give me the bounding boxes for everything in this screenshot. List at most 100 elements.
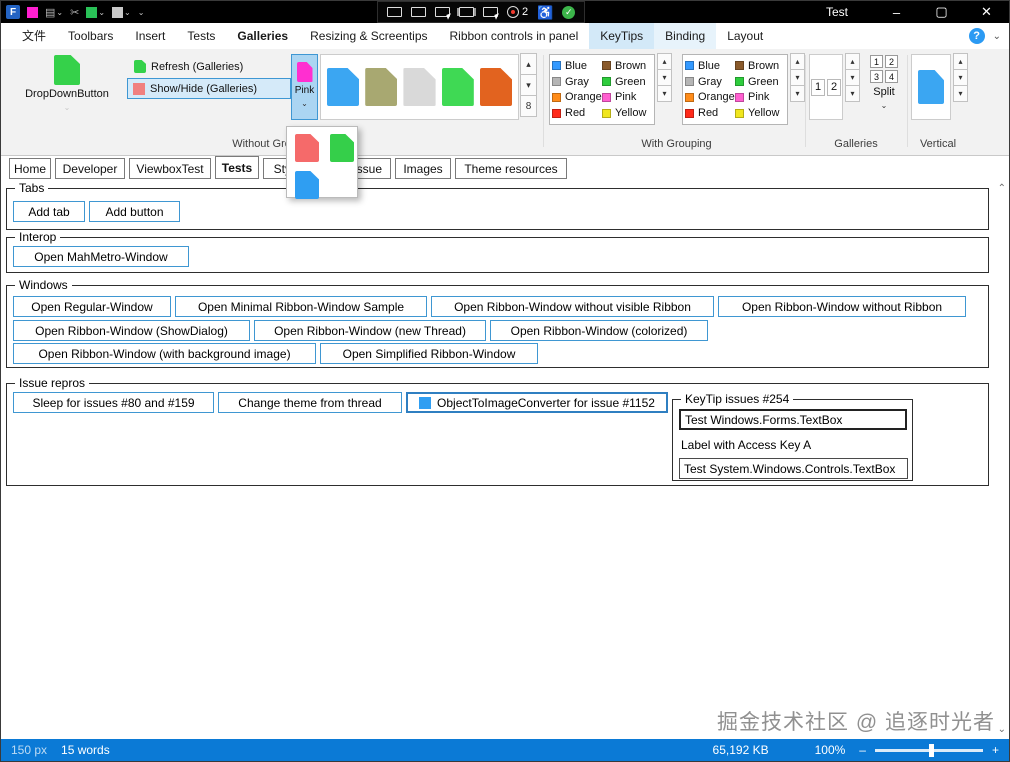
list-item[interactable]: Orange [552,90,602,106]
gallery-item-2[interactable]: 2 [827,79,841,96]
list-item[interactable]: Yellow [735,105,785,121]
list-item[interactable]: Pink [602,90,652,106]
list-item[interactable]: Gray [552,74,602,90]
open-ribbon-window-colorized-button[interactable]: Open Ribbon-Window (colorized) [490,320,708,341]
list-item[interactable]: Green [735,74,785,90]
show-hide-galleries-toggle[interactable]: Show/Hide (Galleries) [127,78,291,99]
tab-resizing[interactable]: Resizing & Screentips [299,23,438,49]
tab-keytips[interactable]: KeyTips [589,23,654,49]
qat-overflow-button[interactable]: ⌄ [138,8,145,17]
wpf-textbox[interactable]: Test System.Windows.Controls.TextBox [679,458,908,479]
window-pointer-icon[interactable] [483,7,498,17]
gallery-dropdown-button[interactable]: ▾ [953,85,968,102]
change-theme-thread-button[interactable]: Change theme from thread [218,392,402,413]
object-to-image-converter-button[interactable]: ObjectToImageConverter for issue #1152 [406,392,668,413]
gray-gallery-button[interactable]: ⌄ [112,7,131,18]
list-item[interactable]: Gray [685,74,735,90]
tab-home[interactable]: Home [9,158,51,179]
scrollbar-down-icon[interactable]: ⌄ [998,724,1006,735]
gallery-dropdown-button[interactable]: ▾ [790,85,805,102]
scroll-up-button[interactable]: ▴ [845,53,860,70]
zoom-slider-thumb[interactable] [929,744,934,757]
list-item[interactable]: Blue [685,58,735,74]
winforms-textbox[interactable]: Test Windows.Forms.TextBox [679,409,907,430]
popup-item-green[interactable] [330,134,354,162]
ribbon-minimize-icon[interactable]: ⌄ [993,31,1001,42]
open-regular-window-button[interactable]: Open Regular-Window [13,296,171,317]
list-item[interactable]: Red [685,105,735,121]
refresh-galleries-button[interactable]: Refresh (Galleries) [129,57,289,76]
scroll-down-button[interactable]: ▾ [520,74,537,96]
tab-images[interactable]: Images [395,158,451,179]
tab-insert[interactable]: Insert [124,23,176,49]
window-pointer-icon[interactable] [435,7,450,17]
list-item[interactable]: Red [552,105,602,121]
open-ribbon-window-background-image-button[interactable]: Open Ribbon-Window (with background imag… [13,343,316,364]
pink-swatch-icon[interactable] [27,7,38,18]
gallery-item-blue[interactable] [918,70,944,104]
tab-ribbon-controls-in-panel[interactable]: Ribbon controls in panel [439,23,590,49]
gallery-dropdown-button[interactable]: ▾ [657,85,672,102]
popup-item-red[interactable] [295,134,319,162]
tab-toolbars[interactable]: Toolbars [57,23,124,49]
tab-galleries[interactable]: Galleries [226,23,299,49]
open-ribbon-window-new-thread-button[interactable]: Open Ribbon-Window (new Thread) [254,320,486,341]
gallery-item-1[interactable]: 1 [811,79,825,96]
maximize-button[interactable]: ▢ [919,1,964,23]
zoom-out-button[interactable]: – [859,743,866,757]
window-frame-icon[interactable] [459,7,474,17]
open-ribbon-window-showdialog-button[interactable]: Open Ribbon-Window (ShowDialog) [13,320,250,341]
tab-layout[interactable]: Layout [716,23,774,49]
sleep-issues-button[interactable]: Sleep for issues #80 and #159 [13,392,214,413]
zoom-in-button[interactable]: + [992,743,999,757]
pink-gallery-item-button[interactable]: Pink ⌄ [291,54,318,120]
accessibility-icon[interactable]: ♿ [537,6,553,19]
list-item[interactable]: Blue [552,58,602,74]
scroll-down-button[interactable]: ▾ [657,69,672,86]
list-item[interactable]: Brown [735,58,785,74]
split-button[interactable]: 1 2 3 4 Split ⌄ [863,55,905,110]
tab-developer[interactable]: Developer [55,158,125,179]
help-button[interactable]: ? [969,28,985,44]
open-ribbon-window-without-ribbon-button[interactable]: Open Ribbon-Window without Ribbon [718,296,966,317]
tab-binding[interactable]: Binding [654,23,716,49]
list-item[interactable]: Orange [685,90,735,106]
screen-icon[interactable] [387,7,402,17]
open-ribbon-window-without-visible-ribbon-button[interactable]: Open Ribbon-Window without visible Ribbo… [431,296,714,317]
tab-tests[interactable]: Tests [215,156,259,179]
gallery-item-orange[interactable] [480,68,512,106]
scroll-down-button[interactable]: ▾ [845,69,860,86]
recording-icon[interactable] [507,6,519,18]
app-icon[interactable]: F [6,5,20,19]
gallery-dropdown-button[interactable]: ▾ [845,85,860,102]
zoom-slider[interactable] [875,749,983,752]
open-mahmetro-window-button[interactable]: Open MahMetro-Window [13,246,189,267]
tab-viewboxtest[interactable]: ViewboxTest [129,158,211,179]
scroll-up-button[interactable]: ▴ [953,53,968,70]
list-item[interactable]: Yellow [602,105,652,121]
cut-button[interactable]: ✂ [70,6,79,19]
scroll-up-button[interactable]: ▴ [520,53,537,75]
scroll-up-button[interactable]: ▴ [790,53,805,70]
dropdown-button[interactable]: DropDownButton ⌄ [11,55,123,112]
add-button-button[interactable]: Add button [89,201,180,222]
gallery-item-gray[interactable] [403,68,435,106]
gallery-item-green[interactable] [442,68,474,106]
gallery-item-blue[interactable] [327,68,359,106]
close-button[interactable]: ✕ [964,1,1009,23]
tab-tests[interactable]: Tests [176,23,226,49]
green-gallery-button[interactable]: ⌄ [86,7,105,18]
list-item[interactable]: Green [602,74,652,90]
tab-theme-resources[interactable]: Theme resources [455,158,567,179]
list-item[interactable]: Brown [602,58,652,74]
scroll-down-button[interactable]: ▾ [953,69,968,86]
open-simplified-ribbon-window-button[interactable]: Open Simplified Ribbon-Window [320,343,538,364]
list-item[interactable]: Pink [735,90,785,106]
open-minimal-ribbon-window-button[interactable]: Open Minimal Ribbon-Window Sample [175,296,427,317]
popup-item-blue[interactable] [295,171,319,199]
scroll-down-button[interactable]: ▾ [790,69,805,86]
gallery-item-olive[interactable] [365,68,397,106]
tab-file[interactable]: 文件 [11,23,57,49]
add-tab-button[interactable]: Add tab [13,201,85,222]
scrollbar-up-icon[interactable]: ⌃ [998,183,1006,194]
